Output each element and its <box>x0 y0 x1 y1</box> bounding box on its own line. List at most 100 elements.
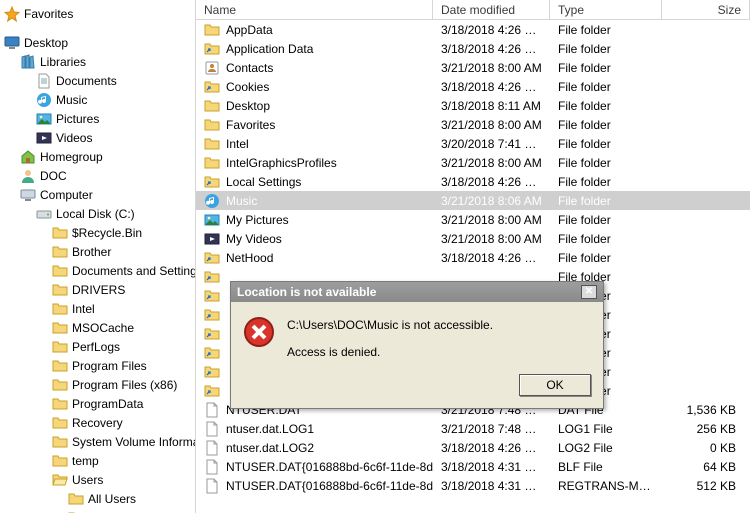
tree-label: Local Disk (C:) <box>56 207 135 221</box>
tree-label: Intel <box>72 302 95 316</box>
dialog-message: C:\Users\DOC\Music is not accessible. Ac… <box>287 316 493 362</box>
tree-folder[interactable]: Brother <box>0 242 195 261</box>
tree-label: Program Files (x86) <box>72 378 177 392</box>
tree-folder[interactable]: System Volume Information <box>0 432 195 451</box>
file-list: Name Date modified Type Size AppData3/18… <box>196 0 750 513</box>
drive-icon <box>36 206 52 222</box>
list-row[interactable]: Application Data3/18/2018 4:26 PMFile fo… <box>196 39 750 58</box>
col-type[interactable]: Type <box>550 0 662 19</box>
computer-icon <box>20 187 36 203</box>
list-row[interactable]: NTUSER.DAT{016888bd-6c6f-11de-8d1d-00...… <box>196 457 750 476</box>
list-row[interactable]: IntelGraphicsProfiles3/21/2018 8:00 AMFi… <box>196 153 750 172</box>
file-type: File folder <box>550 80 662 94</box>
col-size[interactable]: Size <box>662 0 750 19</box>
list-row[interactable]: Local Settings3/18/2018 4:26 PMFile fold… <box>196 172 750 191</box>
tree-computer[interactable]: Computer <box>0 185 195 204</box>
close-button[interactable]: ✕ <box>581 285 597 299</box>
file-type: BLF File <box>550 460 662 474</box>
music-icon <box>36 92 52 108</box>
tree-folder[interactable]: Program Files <box>0 356 195 375</box>
tree-folder[interactable]: Default <box>0 508 195 513</box>
list-row[interactable]: NTUSER.DAT{016888bd-6c6f-11de-8d1d-00...… <box>196 476 750 495</box>
folder-icon <box>52 434 68 450</box>
list-row[interactable]: Music3/21/2018 8:06 AMFile folder <box>196 191 750 210</box>
tree-folder[interactable]: Recovery <box>0 413 195 432</box>
folder-open-icon <box>52 472 68 488</box>
tree-label: Program Files <box>72 359 147 373</box>
tree-label: temp <box>72 454 99 468</box>
tree-folder[interactable]: temp <box>0 451 195 470</box>
file-name: Cookies <box>226 80 269 94</box>
tree-label: ProgramData <box>72 397 143 411</box>
tree-folder[interactable]: All Users <box>0 489 195 508</box>
tree-label: Libraries <box>40 55 86 69</box>
list-row[interactable]: ntuser.dat.LOG23/18/2018 4:26 PMLOG2 Fil… <box>196 438 750 457</box>
file-icon <box>204 402 220 418</box>
link-icon <box>204 288 220 304</box>
folder-icon <box>68 491 84 507</box>
dialog-title: Location is not available <box>237 285 376 299</box>
tree-folder[interactable]: Documents and Settings <box>0 261 195 280</box>
col-name[interactable]: Name <box>196 0 433 19</box>
file-date: 3/18/2018 4:26 PM <box>433 175 550 189</box>
list-row[interactable]: ntuser.dat.LOG13/21/2018 7:48 PMLOG1 Fil… <box>196 419 750 438</box>
tree-folder[interactable]: MSOCache <box>0 318 195 337</box>
list-row[interactable]: Favorites3/21/2018 8:00 AMFile folder <box>196 115 750 134</box>
tree-homegroup[interactable]: Homegroup <box>0 147 195 166</box>
list-row[interactable]: My Pictures3/21/2018 8:00 AMFile folder <box>196 210 750 229</box>
ok-button[interactable]: OK <box>519 374 591 396</box>
tree-local-disk[interactable]: Local Disk (C:) <box>0 204 195 223</box>
folder-icon <box>52 320 68 336</box>
tree-label: System Volume Information <box>72 435 196 449</box>
folder-icon <box>204 117 220 133</box>
tree-label: Brother <box>72 245 111 259</box>
music-icon <box>204 193 220 209</box>
tree-label: All Users <box>88 492 136 506</box>
tree-lib-music[interactable]: Music <box>0 90 195 109</box>
list-row[interactable]: My Videos3/21/2018 8:00 AMFile folder <box>196 229 750 248</box>
list-row[interactable]: Intel3/20/2018 7:41 PMFile folder <box>196 134 750 153</box>
tree-label: Desktop <box>24 36 68 50</box>
file-date: 3/18/2018 4:31 PM <box>433 460 550 474</box>
list-row[interactable]: Contacts3/21/2018 8:00 AMFile folder <box>196 58 750 77</box>
col-date[interactable]: Date modified <box>433 0 550 19</box>
tree-label: Documents and Settings <box>72 264 196 278</box>
tree-folder[interactable]: DRIVERS <box>0 280 195 299</box>
list-row[interactable]: Desktop3/18/2018 8:11 AMFile folder <box>196 96 750 115</box>
file-name: Application Data <box>226 42 313 56</box>
contacts-icon <box>204 60 220 76</box>
tree-favorites[interactable]: Favorites <box>0 4 195 23</box>
file-date: 3/18/2018 4:26 PM <box>433 23 550 37</box>
pictures-icon <box>36 111 52 127</box>
tree-folder[interactable]: $Recycle.Bin <box>0 223 195 242</box>
list-row[interactable]: NetHood3/18/2018 4:26 PMFile folder <box>196 248 750 267</box>
tree-folder[interactable]: Program Files (x86) <box>0 375 195 394</box>
tree-folder[interactable]: ProgramData <box>0 394 195 413</box>
file-date: 3/21/2018 8:06 AM <box>433 194 550 208</box>
tree-doc-user[interactable]: DOC <box>0 166 195 185</box>
tree-label: Videos <box>56 131 92 145</box>
tree-folder[interactable]: PerfLogs <box>0 337 195 356</box>
dialog-titlebar[interactable]: Location is not available ✕ <box>231 282 603 302</box>
tree-libraries[interactable]: Libraries <box>0 52 195 71</box>
tree-lib-pictures[interactable]: Pictures <box>0 109 195 128</box>
tree-label: MSOCache <box>72 321 134 335</box>
list-row[interactable]: Cookies3/18/2018 4:26 PMFile folder <box>196 77 750 96</box>
tree-desktop[interactable]: Desktop <box>0 33 195 52</box>
tree-folder[interactable]: Intel <box>0 299 195 318</box>
folder-icon <box>52 244 68 260</box>
error-icon <box>243 316 275 348</box>
tree-label: PerfLogs <box>72 340 120 354</box>
tree-lib-videos[interactable]: Videos <box>0 128 195 147</box>
link-icon <box>204 269 220 285</box>
file-date: 3/21/2018 8:00 AM <box>433 118 550 132</box>
tree-lib-documents[interactable]: Documents <box>0 71 195 90</box>
tree-users[interactable]: Users <box>0 470 195 489</box>
file-name: Desktop <box>226 99 270 113</box>
file-type: File folder <box>550 118 662 132</box>
link-icon <box>204 250 220 266</box>
file-type: File folder <box>550 23 662 37</box>
file-icon <box>204 440 220 456</box>
list-row[interactable]: AppData3/18/2018 4:26 PMFile folder <box>196 20 750 39</box>
tree-label: Pictures <box>56 112 99 126</box>
